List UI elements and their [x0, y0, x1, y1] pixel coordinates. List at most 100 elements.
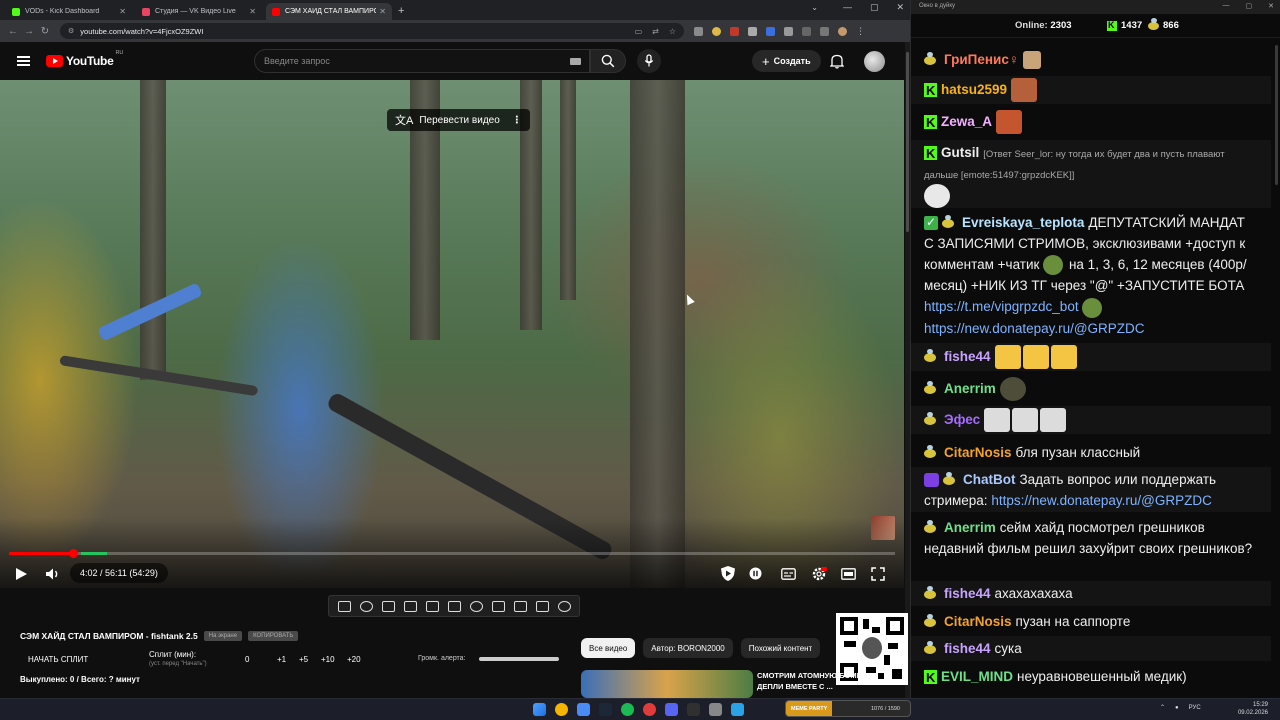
filter-related[interactable]: Похожий контент: [740, 638, 821, 658]
chat-username[interactable]: Zewa_A: [941, 114, 992, 129]
tab-vk-studio[interactable]: Студия — VK Видео Live ✕: [136, 3, 262, 20]
chat-username[interactable]: fishe44: [944, 349, 991, 364]
theater-mode-icon[interactable]: [841, 568, 856, 580]
video-progress-bar[interactable]: [9, 549, 895, 558]
cast-icon[interactable]: ▭: [635, 27, 643, 36]
close-tab-icon[interactable]: ✕: [119, 7, 126, 16]
search-input[interactable]: Введите запрос: [254, 49, 590, 73]
chat-username[interactable]: Anerrim: [944, 520, 996, 535]
voice-search-button[interactable]: [637, 49, 661, 73]
maximize-icon[interactable]: ▢: [1246, 2, 1253, 10]
recommended-video-thumbnail[interactable]: [581, 670, 753, 698]
new-tab-button[interactable]: +: [398, 3, 404, 20]
minimize-icon[interactable]: —: [1223, 2, 1230, 10]
menu-icon[interactable]: [17, 56, 30, 66]
chat-scrollbar[interactable]: [1275, 45, 1278, 185]
split-view-icon[interactable]: [802, 26, 811, 36]
extension-icon[interactable]: [766, 26, 775, 36]
alert-volume-slider[interactable]: [479, 657, 559, 661]
close-tab-icon[interactable]: ✕: [249, 7, 256, 16]
copy-chip[interactable]: КОПИРОВАТЬ: [248, 631, 299, 641]
chat-username[interactable]: Anerrim: [944, 381, 996, 396]
loop-icon[interactable]: [337, 600, 351, 612]
minimize-icon[interactable]: —: [843, 2, 852, 13]
video-player[interactable]: 文A Перевести видео ⋮ 4:02 / 56:11 (54:29…: [0, 80, 904, 588]
extension-icon[interactable]: [712, 26, 721, 36]
fullscreen-icon[interactable]: [871, 567, 885, 581]
close-tab-icon[interactable]: ✕: [379, 7, 386, 16]
chat-username[interactable]: CitarNosis: [944, 614, 1012, 629]
chevron-up-icon[interactable]: ⌃: [1160, 704, 1165, 711]
youtube-logo[interactable]: YouTube RU: [46, 50, 123, 68]
chat-link[interactable]: https://new.donatepay.ru/@GRPZDC: [991, 493, 1212, 508]
split-minutes-value[interactable]: 0: [245, 655, 249, 664]
start-windows-icon[interactable]: [533, 703, 546, 716]
steam-icon[interactable]: [599, 703, 612, 716]
chat-username[interactable]: Эфес: [944, 412, 980, 427]
file-explorer-icon[interactable]: [577, 703, 590, 716]
start-split-button[interactable]: НАЧАТЬ СПЛИТ: [28, 655, 88, 664]
extension-icon[interactable]: [694, 26, 703, 36]
obs-icon[interactable]: [687, 703, 700, 716]
more-options-icon[interactable]: ⋮: [512, 115, 522, 126]
film-icon[interactable]: [403, 600, 417, 612]
on-screen-chip[interactable]: На экране: [203, 631, 243, 641]
chat-username[interactable]: fishe44: [944, 586, 991, 601]
account-avatar[interactable]: [864, 51, 885, 72]
tab-youtube-video[interactable]: СЭМ ХАЙД СТАЛ ВАМПИРОМ ✕: [266, 3, 392, 20]
search-button[interactable]: [590, 49, 626, 73]
notifications-bell-icon[interactable]: [830, 53, 844, 69]
filter-author[interactable]: Автор: BORON2000: [643, 638, 733, 658]
extension-settings-gear-icon[interactable]: [557, 600, 571, 612]
keyboard-icon[interactable]: [570, 58, 581, 65]
picture-in-picture-icon[interactable]: [425, 600, 439, 612]
translate-page-icon[interactable]: ⇄: [652, 27, 659, 36]
chat-username[interactable]: hatsu2599: [941, 82, 1007, 97]
download-icon[interactable]: [820, 26, 829, 36]
play-icon[interactable]: [14, 567, 28, 581]
meme-party-widget[interactable]: MEME PARTY 1076 / 1590: [785, 700, 911, 717]
telegram-icon[interactable]: [731, 703, 744, 716]
chrome-icon[interactable]: [555, 703, 568, 716]
profile-avatar[interactable]: [838, 26, 847, 36]
chat-username[interactable]: ГриПенис♀: [944, 52, 1019, 67]
add-20-minutes-button[interactable]: +20: [347, 655, 361, 664]
tab-kick-vods[interactable]: VODs - Kick Dashboard ✕: [6, 3, 132, 20]
bookmark-star-icon[interactable]: ☆: [669, 27, 676, 36]
app-icon[interactable]: [709, 703, 722, 716]
settings-gear-icon[interactable]: [811, 566, 827, 582]
speed-icon[interactable]: [381, 600, 395, 612]
extension-icon[interactable]: [730, 26, 739, 36]
audio-waves-icon[interactable]: [359, 600, 373, 612]
screenshot-camera-icon[interactable]: [513, 600, 527, 612]
tab-search-icon[interactable]: ⌄: [811, 3, 818, 12]
pause-circle-icon[interactable]: [749, 567, 762, 580]
discord-icon[interactable]: [665, 703, 678, 716]
add-10-minutes-button[interactable]: +10: [321, 655, 335, 664]
chat-username[interactable]: ChatBot: [963, 472, 1016, 487]
back-icon[interactable]: ←: [6, 26, 20, 37]
chat-link[interactable]: https://t.me/vipgrpzdc_bot: [924, 299, 1079, 314]
forward-icon[interactable]: →: [22, 26, 36, 37]
add-1-minute-button[interactable]: +1: [277, 655, 286, 664]
chat-username[interactable]: EVIL_MIND: [941, 669, 1013, 684]
chat-username[interactable]: Gutsil: [941, 145, 979, 160]
add-5-minutes-button[interactable]: +5: [299, 655, 308, 664]
scrollbar-thumb[interactable]: [906, 52, 909, 232]
subtitles-icon[interactable]: [781, 568, 796, 580]
microphone-tray-icon[interactable]: ●: [1175, 705, 1179, 711]
sponsorblock-shield-icon[interactable]: [720, 565, 736, 582]
url-field[interactable]: ⚙ youtube.com/watch?v=4FjcxOZ9ZWI ▭ ⇄ ☆: [60, 23, 684, 39]
spotify-icon[interactable]: [621, 703, 634, 716]
create-button[interactable]: + Создать: [752, 50, 821, 72]
app-icon[interactable]: [643, 703, 656, 716]
chat-link[interactable]: https://new.donatepay.ru/@GRPZDC: [924, 321, 1145, 336]
clock[interactable]: 15:29 09.02.2026: [1224, 701, 1268, 717]
gauge-icon[interactable]: [469, 600, 483, 612]
extension-icon[interactable]: [748, 26, 757, 36]
chat-messages[interactable]: ГриПенис♀ hatsu2599 Zewa_A Gutsil[Ответ …: [911, 39, 1280, 698]
close-window-icon[interactable]: ✕: [1268, 2, 1274, 10]
cinema-icon[interactable]: [447, 600, 461, 612]
menu-dots-icon[interactable]: ⋮: [856, 26, 865, 36]
flask-icon[interactable]: [535, 600, 549, 612]
